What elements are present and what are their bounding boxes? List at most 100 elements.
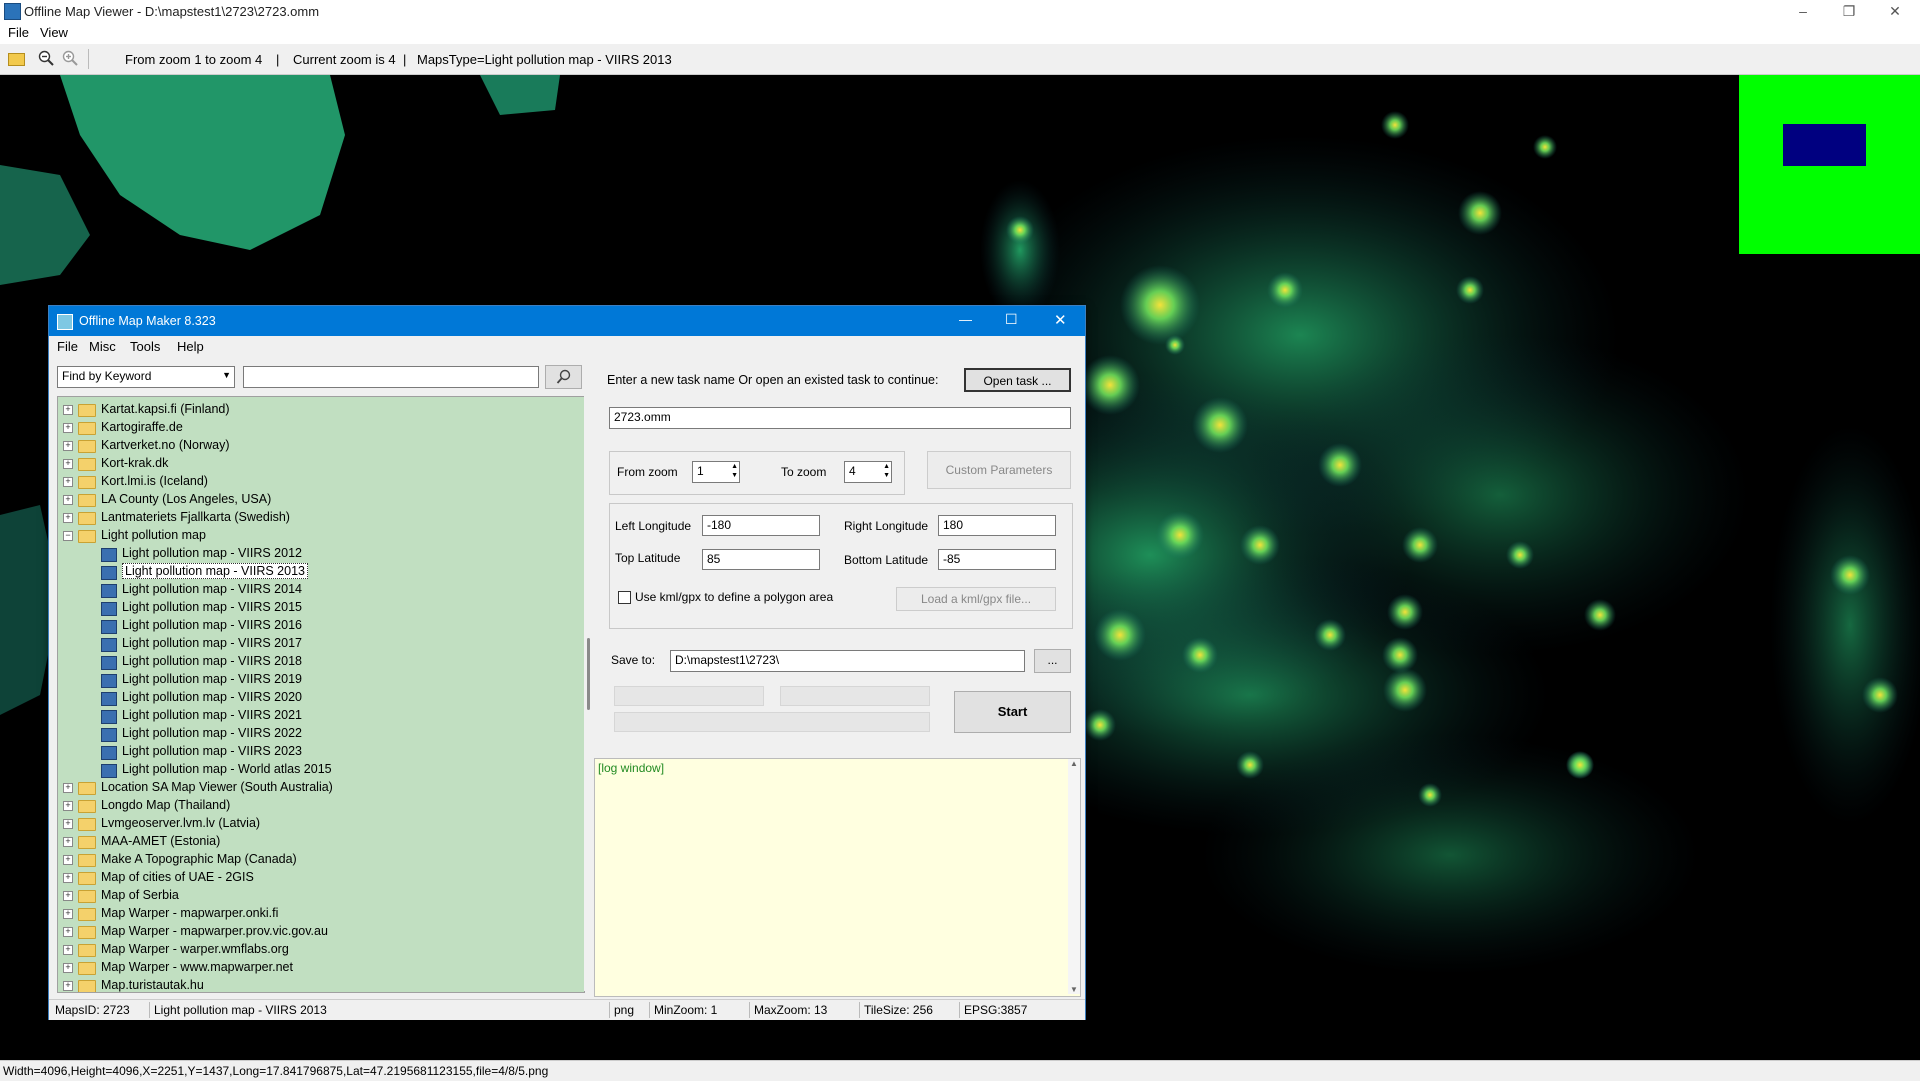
right-longitude-field[interactable]: 180: [938, 515, 1056, 536]
tree-item-folder[interactable]: + Map Warper - mapwarper.prov.vic.gov.au: [58, 923, 578, 941]
tree-item-folder[interactable]: + Lantmateriets Fjallkarta (Swedish): [58, 509, 578, 527]
kml-checkbox[interactable]: [618, 591, 631, 604]
tree-item-folder[interactable]: + Map of Serbia: [58, 887, 578, 905]
overview-viewport[interactable]: [1783, 124, 1866, 166]
tree-item-map[interactable]: Light pollution map - VIIRS 2012: [58, 545, 578, 563]
tree-item-map[interactable]: Light pollution map - VIIRS 2014: [58, 581, 578, 599]
kml-checkbox-label[interactable]: Use kml/gpx to define a polygon area: [635, 590, 833, 604]
menu-view[interactable]: View: [40, 25, 68, 40]
expand-icon[interactable]: +: [63, 945, 73, 955]
left-longitude-field[interactable]: -180: [702, 515, 820, 536]
expand-icon[interactable]: +: [63, 513, 73, 523]
expand-icon[interactable]: +: [63, 441, 73, 451]
tree-item-folder[interactable]: + LA County (Los Angeles, USA): [58, 491, 578, 509]
search-input[interactable]: [243, 366, 539, 388]
tree-item-map[interactable]: Light pollution map - VIIRS 2017: [58, 635, 578, 653]
menu-help[interactable]: Help: [177, 339, 204, 354]
maps-tree[interactable]: + Kartat.kapsi.fi (Finland) + Kartogiraffe.…: [57, 396, 585, 993]
collapse-icon[interactable]: −: [63, 531, 73, 541]
start-button[interactable]: Start: [954, 691, 1071, 733]
log-window[interactable]: [log window] ▲ ▼: [594, 758, 1081, 997]
tree-item-map[interactable]: Light pollution map - VIIRS 2022: [58, 725, 578, 743]
tree-item-folder[interactable]: + MAA-AMET (Estonia): [58, 833, 578, 851]
task-name-field[interactable]: 2723.omm: [609, 407, 1071, 429]
from-zoom-stepper[interactable]: 1 ▲ ▼: [692, 461, 740, 483]
search-button[interactable]: [545, 365, 582, 389]
expand-icon[interactable]: +: [63, 459, 73, 469]
tree-item-folder[interactable]: + Kartverket.no (Norway): [58, 437, 578, 455]
expand-icon[interactable]: +: [63, 495, 73, 505]
expand-icon[interactable]: +: [63, 423, 73, 433]
zoom-out-icon[interactable]: [38, 50, 54, 66]
menu-misc[interactable]: Misc: [89, 339, 116, 354]
open-task-button[interactable]: Open task ...: [964, 368, 1071, 392]
log-scrollbar[interactable]: ▲ ▼: [1068, 759, 1080, 994]
tree-item-map[interactable]: Light pollution map - VIIRS 2021: [58, 707, 578, 725]
tree-item-folder[interactable]: − Light pollution map: [58, 527, 578, 545]
tree-item-map[interactable]: Light pollution map - VIIRS 2013: [58, 563, 578, 581]
tree-item-folder[interactable]: + Map.turistautak.hu: [58, 977, 578, 992]
dialog-titlebar[interactable]: Offline Map Maker 8.323 — ☐ ✕: [49, 306, 1085, 336]
folder-open-icon[interactable]: [8, 53, 25, 66]
expand-icon[interactable]: +: [63, 981, 73, 991]
custom-parameters-button[interactable]: Custom Parameters: [927, 451, 1071, 489]
minimize-icon[interactable]: –: [1780, 0, 1826, 22]
tree-item-folder[interactable]: + Make A Topographic Map (Canada): [58, 851, 578, 869]
menu-file[interactable]: File: [8, 25, 29, 40]
expand-icon[interactable]: +: [63, 927, 73, 937]
tree-item-folder[interactable]: + Map of cities of UAE - 2GIS: [58, 869, 578, 887]
spin-arrows-icon[interactable]: ▲ ▼: [731, 462, 738, 480]
expand-icon[interactable]: +: [63, 837, 73, 847]
menu-file[interactable]: File: [57, 339, 78, 354]
tree-item-folder[interactable]: + Kartat.kapsi.fi (Finland): [58, 401, 578, 419]
overview-minimap[interactable]: [1739, 75, 1920, 254]
tree-item-map[interactable]: Light pollution map - VIIRS 2023: [58, 743, 578, 761]
tree-item-folder[interactable]: + Kartogiraffe.de: [58, 419, 578, 437]
load-kml-button[interactable]: Load a kml/gpx file...: [896, 587, 1056, 611]
save-to-field[interactable]: D:\mapstest1\2723\: [670, 650, 1025, 672]
expand-icon[interactable]: +: [63, 405, 73, 415]
tree-item-folder[interactable]: + Map Warper - mapwarper.onki.fi: [58, 905, 578, 923]
tree-item-folder[interactable]: + Location SA Map Viewer (South Australia…: [58, 779, 578, 797]
tree-item-folder[interactable]: + Longdo Map (Thailand): [58, 797, 578, 815]
tree-item-map[interactable]: Light pollution map - VIIRS 2019: [58, 671, 578, 689]
tree-item-folder[interactable]: + Map Warper - warper.wmflabs.org: [58, 941, 578, 959]
tree-item-folder[interactable]: + Kort.lmi.is (Iceland): [58, 473, 578, 491]
expand-icon[interactable]: +: [63, 477, 73, 487]
close-icon[interactable]: ✕: [1054, 311, 1067, 329]
tree-item-map[interactable]: Light pollution map - World atlas 2015: [58, 761, 578, 779]
tree-item-folder[interactable]: + Map Warper - www.mapwarper.net: [58, 959, 578, 977]
tree-item-map[interactable]: Light pollution map - VIIRS 2018: [58, 653, 578, 671]
top-latitude-field[interactable]: 85: [702, 549, 820, 570]
tree-item-map[interactable]: Light pollution map - VIIRS 2020: [58, 689, 578, 707]
to-zoom-stepper[interactable]: 4 ▲ ▼: [844, 461, 892, 483]
browse-button[interactable]: ...: [1034, 649, 1071, 673]
scroll-up-icon[interactable]: ▲: [1070, 759, 1078, 768]
chevron-down-icon[interactable]: ▼: [222, 370, 231, 380]
tree-item-map[interactable]: Light pollution map - VIIRS 2015: [58, 599, 578, 617]
maximize-icon[interactable]: ☐: [1005, 311, 1018, 328]
expand-icon[interactable]: +: [63, 963, 73, 973]
expand-icon[interactable]: +: [63, 909, 73, 919]
scroll-down-icon[interactable]: ▼: [1070, 985, 1078, 994]
restore-icon[interactable]: ❐: [1826, 0, 1872, 22]
tree-item-folder[interactable]: + Kort-krak.dk: [58, 455, 578, 473]
expand-icon[interactable]: +: [63, 819, 73, 829]
tree-scrollbar-thumb[interactable]: [587, 638, 590, 710]
tree-item-label: Map Warper - www.mapwarper.net: [101, 960, 293, 974]
menu-tools[interactable]: Tools: [130, 339, 160, 354]
spin-arrows-icon[interactable]: ▲ ▼: [883, 462, 890, 480]
bottom-latitude-field[interactable]: -85: [938, 549, 1056, 570]
minimize-icon[interactable]: —: [959, 312, 972, 327]
folder-icon: [78, 422, 96, 435]
expand-icon[interactable]: +: [63, 891, 73, 901]
expand-icon[interactable]: +: [63, 783, 73, 793]
search-mode-select[interactable]: Find by Keyword ▼: [57, 366, 235, 388]
tree-item-folder[interactable]: + Lvmgeoserver.lvm.lv (Latvia): [58, 815, 578, 833]
tree-item-map[interactable]: Light pollution map - VIIRS 2016: [58, 617, 578, 635]
close-icon[interactable]: ✕: [1872, 0, 1918, 22]
expand-icon[interactable]: +: [63, 801, 73, 811]
expand-icon[interactable]: +: [63, 855, 73, 865]
expand-icon[interactable]: +: [63, 873, 73, 883]
zoom-in-icon[interactable]: [62, 50, 78, 66]
